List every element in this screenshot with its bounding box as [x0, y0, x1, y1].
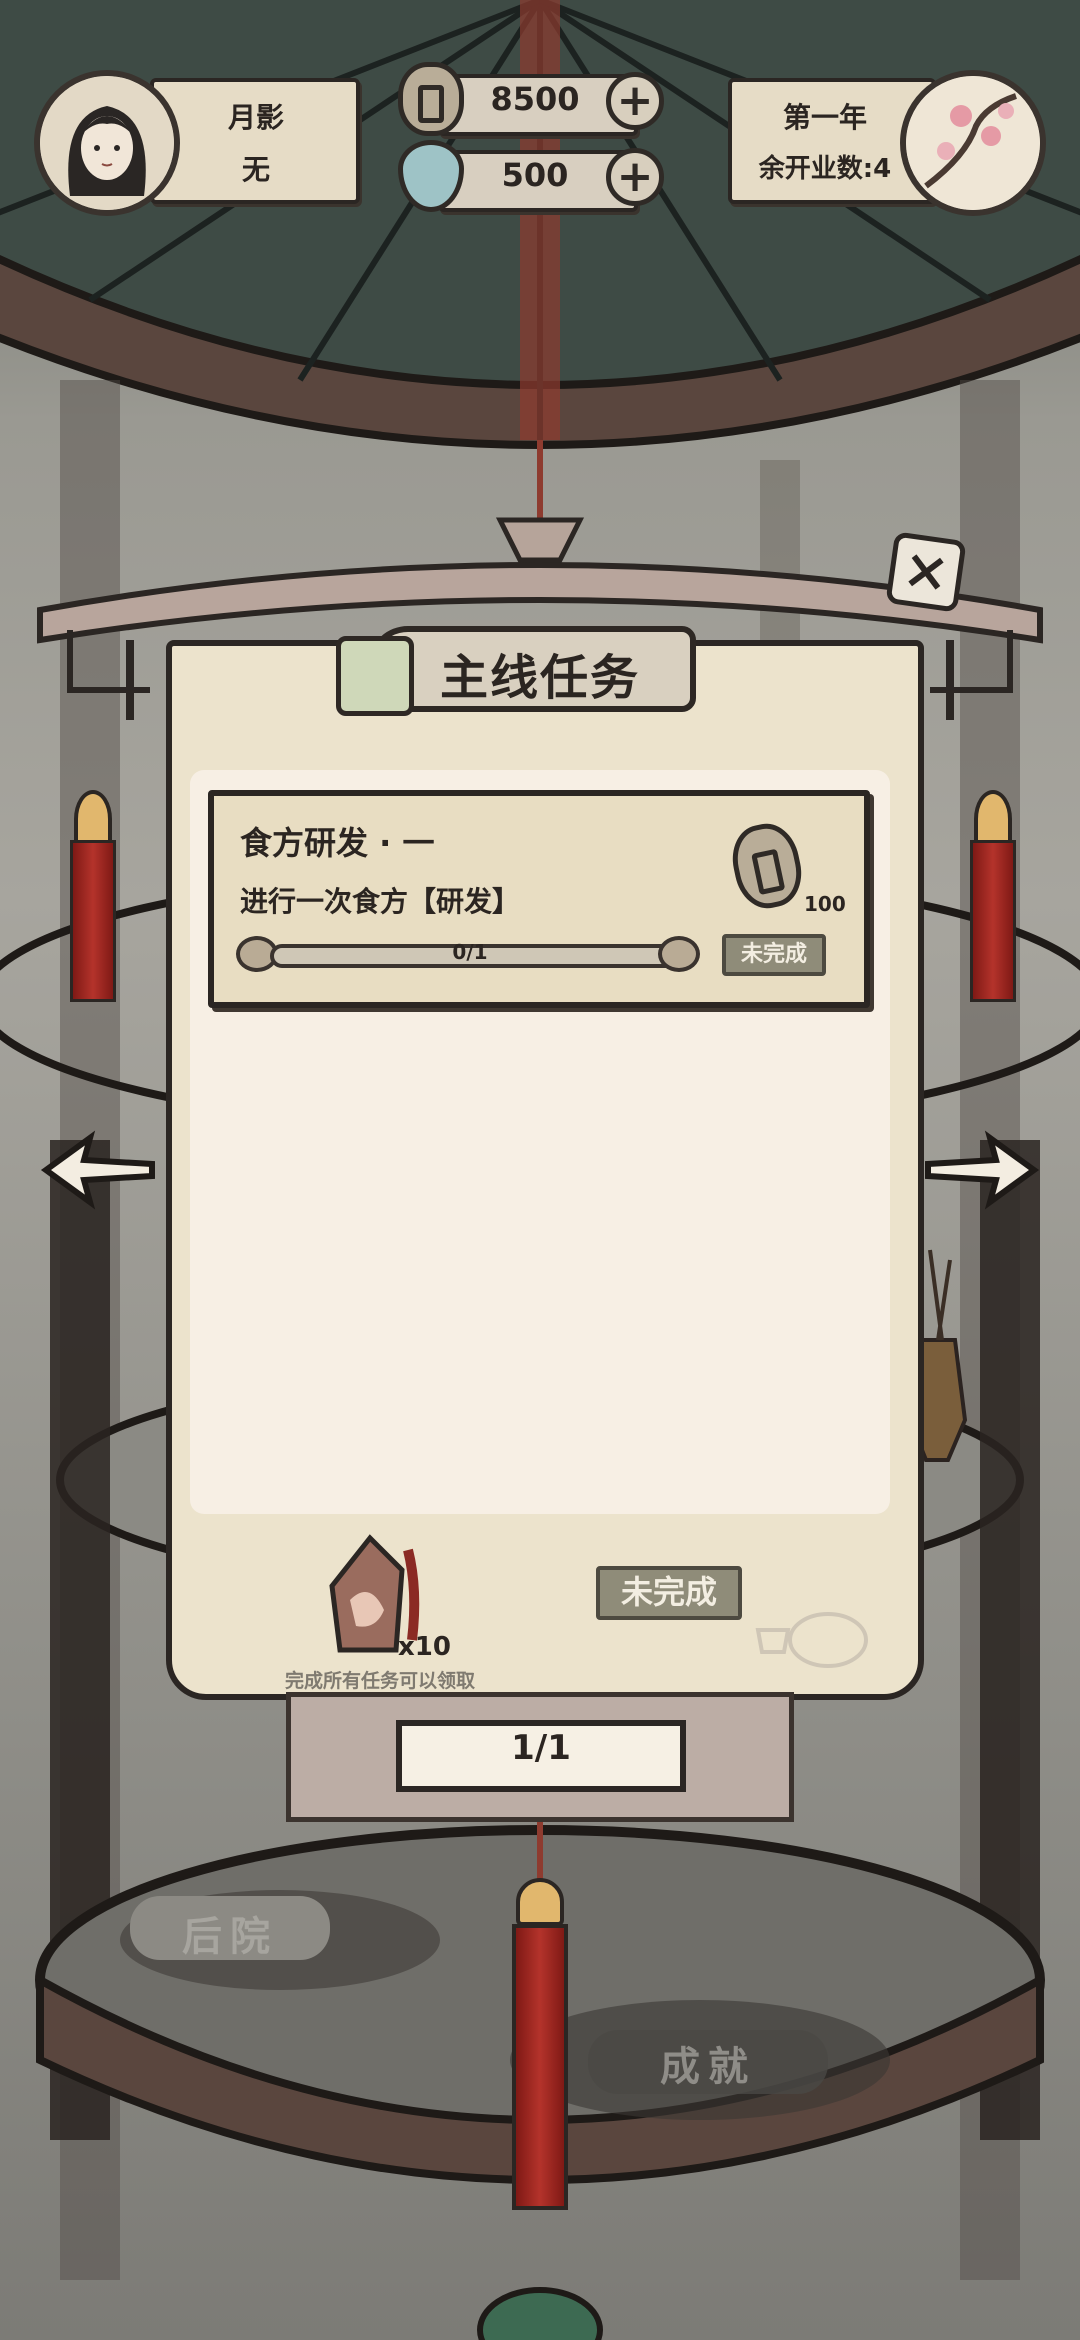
add-gems-button[interactable]: + — [606, 148, 664, 206]
next-page-arrow-icon[interactable] — [920, 1130, 1040, 1210]
tassel-right — [970, 840, 1016, 1002]
gem-amount: 500 — [501, 156, 569, 194]
progress-end-knob — [658, 936, 700, 972]
achievement-button[interactable]: 成就 — [588, 2034, 828, 2092]
panel-title: 主线任务 — [439, 650, 640, 706]
coin-icon — [398, 62, 464, 136]
year-label: 第一年 — [782, 101, 867, 134]
task-status-button[interactable]: 未完成 — [722, 934, 826, 976]
plus-icon: + — [616, 75, 654, 126]
tassel-left — [70, 840, 116, 1002]
task-reward-amount: 100 — [804, 892, 846, 916]
teapot-decoration-icon — [755, 1612, 868, 1668]
tassel-center — [512, 1924, 568, 2210]
claim-all-button[interactable]: 未完成 — [596, 1566, 742, 1620]
page-number: 1/1 — [511, 1728, 571, 1768]
player-avatar[interactable] — [34, 70, 180, 216]
days-left-label: 余开业数:4 — [758, 154, 892, 184]
task-description: 进行一次食方【研发】 — [240, 885, 521, 918]
player-name: 月影 — [227, 101, 284, 134]
scroll-icon — [336, 636, 414, 716]
coin-amount: 8500 — [490, 80, 580, 118]
prev-page-arrow-icon[interactable] — [40, 1130, 160, 1210]
player-title: 无 — [241, 153, 270, 186]
task-name: 食方研发 · 一 — [240, 824, 435, 862]
add-coins-button[interactable]: + — [606, 72, 664, 130]
plus-icon: + — [616, 151, 654, 202]
player-portrait-icon — [40, 76, 174, 210]
final-reward-count: x10 — [398, 1632, 451, 1662]
backyard-button[interactable]: 后院 — [130, 1904, 330, 1962]
tassel-cap-center — [516, 1878, 564, 1926]
tassel-string-center — [537, 1822, 543, 1882]
plum-blossom-icon — [906, 76, 1040, 210]
season-emblem[interactable] — [900, 70, 1046, 216]
final-reward-hint: 完成所有任务可以领取 — [284, 1670, 475, 1692]
close-button[interactable] — [885, 531, 967, 613]
task-progress-text: 0/1 — [452, 940, 488, 964]
close-icon — [908, 554, 944, 590]
